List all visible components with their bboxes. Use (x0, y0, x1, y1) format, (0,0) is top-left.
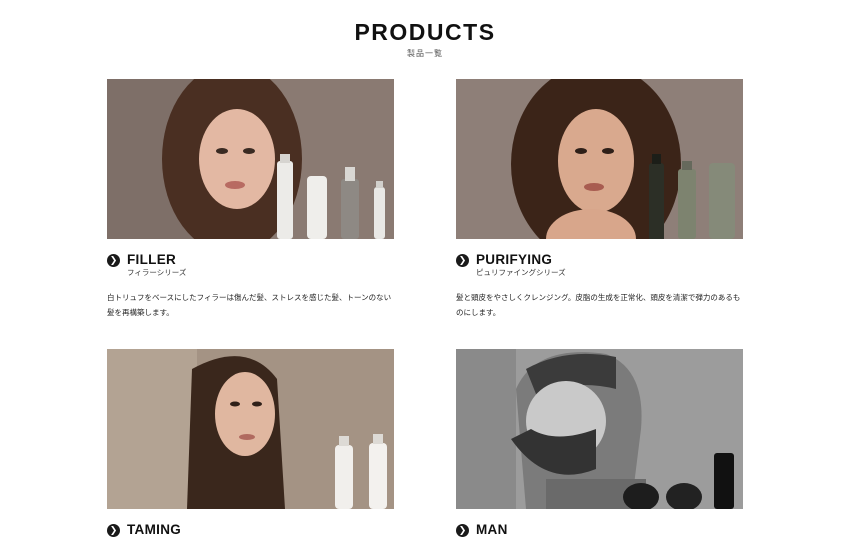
product-image-purifying[interactable] (456, 79, 743, 239)
product-card-man[interactable]: ❯ MAN (456, 349, 743, 538)
product-image-taming[interactable] (107, 349, 394, 509)
product-description: 白トリュフをベースにしたフィラーは傷んだ髪、ストレスを感じた髪、トーンのない髪を… (107, 293, 392, 317)
page-title: PRODUCTS (354, 19, 496, 45)
product-card-filler[interactable]: ❯ FILLER フィラーシリーズ 白トリュフをベースにしたフィラーは傷んだ髪、… (107, 79, 394, 320)
product-description: 髪と頭皮をやさしくクレンジング。皮脂の生成を正常化、頭皮を清潔で弾力のあるものに… (456, 293, 741, 317)
product-card-taming[interactable]: ❯ TAMING (107, 349, 394, 538)
product-name[interactable]: TAMING (127, 522, 181, 538)
chevron-right-icon[interactable]: ❯ (107, 254, 120, 267)
product-name[interactable]: FILLER (127, 252, 186, 268)
product-title-filler[interactable]: ❯ FILLER フィラーシリーズ (107, 252, 394, 278)
product-title-man[interactable]: ❯ MAN (456, 522, 743, 538)
page-header: PRODUCTS 製品一覧 (0, 18, 850, 59)
product-image-man[interactable] (456, 349, 743, 509)
product-name[interactable]: PURIFYING (476, 252, 566, 268)
product-subname: ピュリファイングシリーズ (476, 268, 566, 277)
product-subname: フィラーシリーズ (127, 268, 187, 277)
product-name[interactable]: MAN (476, 522, 508, 538)
chevron-right-icon[interactable]: ❯ (456, 254, 469, 267)
product-title-purifying[interactable]: ❯ PURIFYING ピュリファイングシリーズ (456, 252, 743, 278)
chevron-right-icon[interactable]: ❯ (456, 524, 469, 537)
product-card-purifying[interactable]: ❯ PURIFYING ピュリファイングシリーズ 髪と頭皮をやさしくクレンジング… (456, 79, 743, 320)
chevron-right-icon[interactable]: ❯ (107, 524, 120, 537)
page-subtitle: 製品一覧 (407, 49, 443, 58)
product-title-taming[interactable]: ❯ TAMING (107, 522, 394, 538)
product-image-filler[interactable] (107, 79, 394, 239)
